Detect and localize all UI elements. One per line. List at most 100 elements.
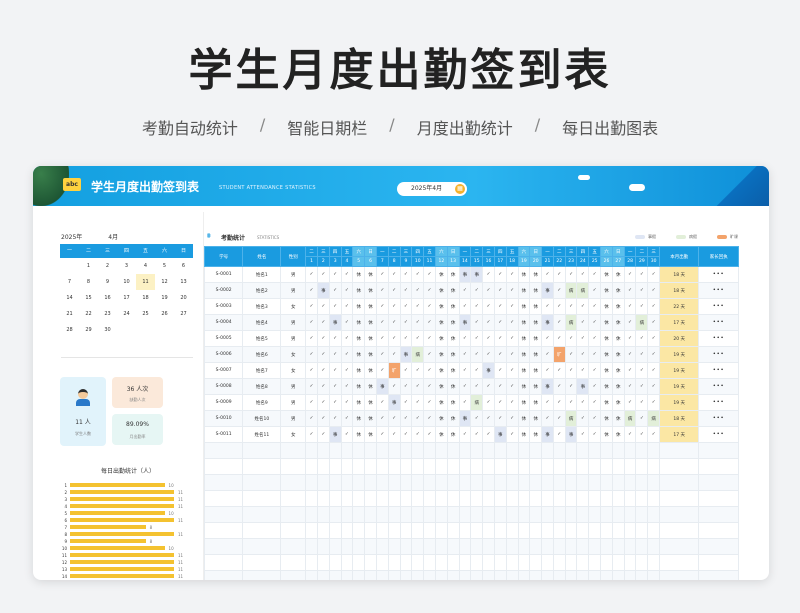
cell-attendance-mark[interactable]: 休 [352,298,366,315]
cell-attendance-mark[interactable]: ✓ [493,314,507,331]
calendar-day[interactable]: 28 [60,322,79,338]
cell-attendance-mark[interactable]: ✓ [340,378,354,395]
empty-cell[interactable] [698,554,739,571]
cell-attendance-mark[interactable]: 旷 [552,346,566,363]
cell-attendance-mark[interactable]: ✓ [623,298,637,315]
cell-attendance-mark[interactable]: 事 [541,426,554,443]
cell-attendance-mark[interactable]: ✓ [564,394,578,411]
cell-attendance-mark[interactable]: ✓ [316,362,330,379]
empty-cell[interactable] [564,554,578,571]
empty-cell[interactable] [387,490,401,507]
empty-cell[interactable] [375,490,389,507]
cell-attendance-mark[interactable]: ✓ [647,426,661,443]
empty-cell[interactable] [505,538,519,555]
empty-cell[interactable] [305,538,318,555]
cell-attendance-mark[interactable]: ✓ [305,394,318,411]
cell-attendance-mark[interactable]: ✓ [340,410,354,427]
cell-attendance-mark[interactable]: 休 [434,410,448,427]
empty-cell[interactable] [659,474,700,491]
empty-cell[interactable] [446,570,460,580]
empty-cell[interactable] [340,522,354,539]
empty-cell[interactable] [576,570,590,580]
empty-cell[interactable] [541,522,554,539]
cell-attendance-mark[interactable]: 事 [399,346,413,363]
empty-cell[interactable] [280,442,307,459]
empty-cell[interactable] [647,538,661,555]
cell-attendance-mark[interactable]: 休 [434,266,448,283]
parent-receipt-more-button[interactable]: ••• [698,362,739,379]
calendar-day[interactable]: 14 [60,290,79,306]
empty-cell[interactable] [364,522,377,539]
empty-cell[interactable] [458,490,472,507]
empty-cell[interactable] [564,522,578,539]
cell-attendance-mark[interactable]: ✓ [505,314,519,331]
cell-attendance-mark[interactable]: ✓ [493,330,507,347]
empty-cell[interactable] [340,570,354,580]
empty-cell[interactable] [623,490,637,507]
empty-cell[interactable] [387,538,401,555]
empty-cell[interactable] [446,474,460,491]
empty-cell[interactable] [375,506,389,523]
empty-cell[interactable] [541,474,554,491]
cell-attendance-mark[interactable]: 休 [517,314,531,331]
empty-cell[interactable] [659,458,700,475]
cell-attendance-mark[interactable]: ✓ [470,346,484,363]
calendar-day[interactable]: 18 [136,290,155,306]
cell-attendance-mark[interactable]: ✓ [552,362,566,379]
calendar-day[interactable]: 13 [174,274,193,290]
parent-receipt-more-button[interactable]: ••• [698,394,739,411]
empty-cell[interactable] [280,538,307,555]
empty-cell[interactable] [470,442,484,459]
cell-attendance-mark[interactable]: ✓ [458,362,472,379]
cell-attendance-mark[interactable]: 病 [411,346,425,363]
cell-attendance-mark[interactable]: ✓ [316,394,330,411]
empty-cell[interactable] [242,474,282,491]
cell-attendance-mark[interactable]: 休 [600,266,613,283]
cell-attendance-mark[interactable]: ✓ [340,362,354,379]
cell-attendance-mark[interactable]: ✓ [387,346,401,363]
cell-attendance-mark[interactable]: 休 [611,314,625,331]
cell-attendance-mark[interactable]: 休 [446,362,460,379]
empty-cell[interactable] [588,490,602,507]
cell-attendance-mark[interactable]: ✓ [623,362,637,379]
empty-cell[interactable] [364,570,377,580]
empty-cell[interactable] [529,458,543,475]
empty-cell[interactable] [611,506,625,523]
cell-attendance-mark[interactable]: 休 [611,298,625,315]
cell-attendance-mark[interactable]: ✓ [305,378,318,395]
cell-attendance-mark[interactable]: 病 [564,410,578,427]
empty-cell[interactable] [698,522,739,539]
cell-attendance-mark[interactable]: 休 [446,330,460,347]
cell-attendance-mark[interactable]: ✓ [316,266,330,283]
cell-attendance-mark[interactable]: 休 [529,314,543,331]
cell-attendance-mark[interactable]: ✓ [399,314,413,331]
empty-cell[interactable] [529,570,543,580]
cell-attendance-mark[interactable]: 休 [352,282,366,299]
empty-cell[interactable] [517,490,531,507]
empty-cell[interactable] [623,570,637,580]
cell-attendance-mark[interactable]: ✓ [399,266,413,283]
empty-cell[interactable] [647,458,661,475]
calendar-day[interactable]: 12 [155,274,174,290]
empty-cell[interactable] [340,490,354,507]
cell-attendance-mark[interactable]: 休 [529,362,543,379]
cell-attendance-mark[interactable]: ✓ [423,346,436,363]
empty-cell[interactable] [505,570,519,580]
cell-attendance-mark[interactable]: 休 [611,346,625,363]
cell-attendance-mark[interactable]: ✓ [505,346,519,363]
empty-cell[interactable] [387,506,401,523]
cell-attendance-mark[interactable]: ✓ [623,426,637,443]
empty-cell[interactable] [305,474,318,491]
cell-attendance-mark[interactable]: ✓ [482,330,495,347]
calendar-day[interactable]: 3 [117,258,136,274]
cell-attendance-mark[interactable]: 事 [387,394,401,411]
empty-cell[interactable] [328,506,342,523]
cell-attendance-mark[interactable]: 休 [611,426,625,443]
cell-attendance-mark[interactable]: ✓ [458,282,472,299]
calendar-day[interactable]: 15 [79,290,98,306]
calendar-day[interactable]: 30 [98,322,117,338]
cell-attendance-mark[interactable]: 休 [364,298,377,315]
empty-cell[interactable] [328,538,342,555]
month-picker[interactable]: 2025年4月 ▦ [397,182,467,196]
cell-attendance-mark[interactable]: ✓ [387,314,401,331]
